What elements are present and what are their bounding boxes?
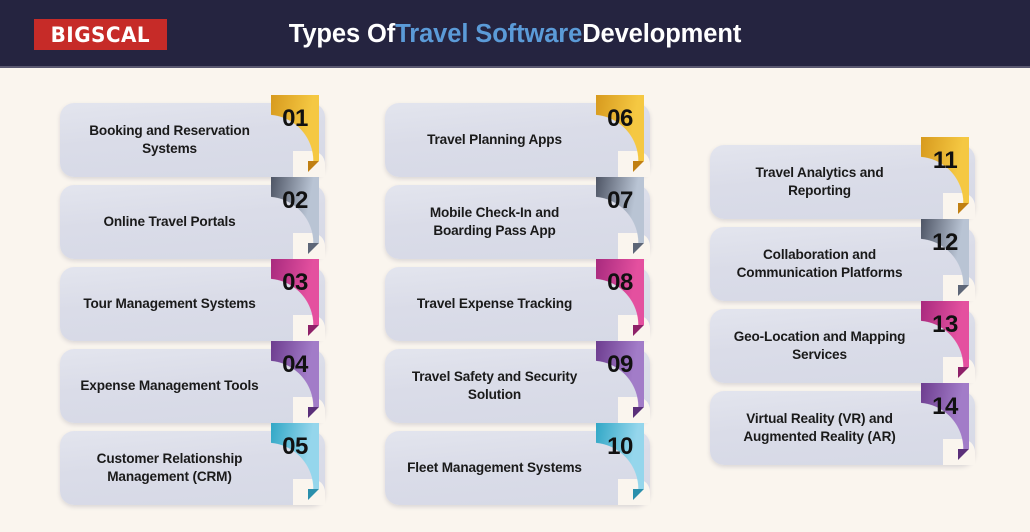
card-number: 14 bbox=[932, 393, 958, 420]
card-label: Virtual Reality (VR) and Augmented Reali… bbox=[743, 411, 896, 444]
card-13[interactable]: Geo-Location and Mapping Services 13 bbox=[710, 301, 975, 383]
ribbon-fold bbox=[308, 161, 319, 172]
ribbon-badge: 12 bbox=[921, 219, 969, 297]
card-number: 07 bbox=[607, 187, 633, 214]
card-number: 04 bbox=[282, 351, 308, 378]
title-highlight: Travel Software bbox=[395, 19, 583, 48]
card-label: Travel Safety and Security Solution bbox=[411, 369, 578, 402]
ribbon-badge: 03 bbox=[271, 259, 319, 337]
card-label: Mobile Check-In and Boarding Pass App bbox=[429, 205, 560, 238]
card-number: 12 bbox=[932, 229, 958, 256]
ribbon-fold bbox=[633, 161, 644, 172]
card-label: Geo-Location and Mapping Services bbox=[733, 329, 906, 362]
page-header: BIGSCAL Types Of Travel Software Develop… bbox=[0, 0, 1030, 68]
title-part-1: Types Of bbox=[288, 19, 396, 48]
logo-text: BIGSCAL bbox=[50, 22, 151, 47]
ribbon-badge: 11 bbox=[921, 137, 969, 215]
ribbon-badge: 04 bbox=[271, 341, 319, 419]
card-14[interactable]: Virtual Reality (VR) and Augmented Reali… bbox=[710, 383, 975, 465]
card-number: 02 bbox=[282, 187, 308, 214]
card-label: Online Travel Portals bbox=[103, 214, 236, 229]
ribbon-badge: 07 bbox=[596, 177, 644, 255]
infographic-page: BIGSCAL Types Of Travel Software Develop… bbox=[0, 0, 1030, 532]
ribbon-badge: 09 bbox=[596, 341, 644, 419]
ribbon-badge: 14 bbox=[921, 383, 969, 461]
card-09[interactable]: Travel Safety and Security Solution 09 bbox=[385, 341, 650, 423]
card-label: Tour Management Systems bbox=[83, 296, 256, 311]
card-number: 13 bbox=[932, 311, 958, 338]
ribbon-fold bbox=[308, 243, 319, 254]
title-part-2: Development bbox=[582, 19, 742, 48]
card-05[interactable]: Customer Relationship Management (CRM) 05 bbox=[60, 423, 325, 505]
card-04[interactable]: Expense Management Tools 04 bbox=[60, 341, 325, 423]
card-11[interactable]: Travel Analytics and Reporting 11 bbox=[710, 137, 975, 219]
ribbon-fold bbox=[958, 203, 969, 214]
card-number: 09 bbox=[607, 351, 633, 378]
bigscal-logo: BIGSCAL bbox=[34, 19, 167, 50]
card-label: Travel Expense Tracking bbox=[416, 296, 573, 311]
ribbon-fold bbox=[308, 489, 319, 500]
card-01[interactable]: Booking and Reservation Systems 01 bbox=[60, 95, 325, 177]
card-label: Fleet Management Systems bbox=[407, 460, 582, 475]
card-07[interactable]: Mobile Check-In and Boarding Pass App 07 bbox=[385, 177, 650, 259]
card-label: Travel Planning Apps bbox=[427, 132, 562, 147]
ribbon-fold bbox=[958, 449, 969, 460]
ribbon-fold bbox=[633, 489, 644, 500]
card-label: Booking and Reservation Systems bbox=[89, 123, 250, 156]
card-10[interactable]: Fleet Management Systems 10 bbox=[385, 423, 650, 505]
card-number: 06 bbox=[607, 105, 633, 132]
card-number: 10 bbox=[607, 433, 633, 460]
card-number: 03 bbox=[282, 269, 308, 296]
card-label: Travel Analytics and Reporting bbox=[755, 165, 884, 198]
ribbon-fold bbox=[308, 325, 319, 336]
card-03[interactable]: Tour Management Systems 03 bbox=[60, 259, 325, 341]
card-06[interactable]: Travel Planning Apps 06 bbox=[385, 95, 650, 177]
card-label: Collaboration and Communication Platform… bbox=[736, 247, 903, 280]
card-number: 01 bbox=[282, 105, 308, 132]
card-number: 08 bbox=[607, 269, 633, 296]
ribbon-badge: 10 bbox=[596, 423, 644, 501]
ribbon-fold bbox=[633, 325, 644, 336]
card-label: Customer Relationship Management (CRM) bbox=[96, 451, 243, 484]
ribbon-badge: 08 bbox=[596, 259, 644, 337]
card-number: 11 bbox=[932, 147, 958, 174]
ribbon-badge: 05 bbox=[271, 423, 319, 501]
ribbon-fold bbox=[958, 285, 969, 296]
ribbon-badge: 13 bbox=[921, 301, 969, 379]
card-12[interactable]: Collaboration and Communication Platform… bbox=[710, 219, 975, 301]
ribbon-fold bbox=[958, 367, 969, 378]
ribbon-fold bbox=[308, 407, 319, 418]
ribbon-fold bbox=[633, 243, 644, 254]
ribbon-badge: 06 bbox=[596, 95, 644, 173]
ribbon-badge: 01 bbox=[271, 95, 319, 173]
ribbon-badge: 02 bbox=[271, 177, 319, 255]
card-label: Expense Management Tools bbox=[80, 378, 259, 393]
card-number: 05 bbox=[282, 433, 308, 460]
ribbon-fold bbox=[633, 407, 644, 418]
card-08[interactable]: Travel Expense Tracking 08 bbox=[385, 259, 650, 341]
card-02[interactable]: Online Travel Portals 02 bbox=[60, 177, 325, 259]
